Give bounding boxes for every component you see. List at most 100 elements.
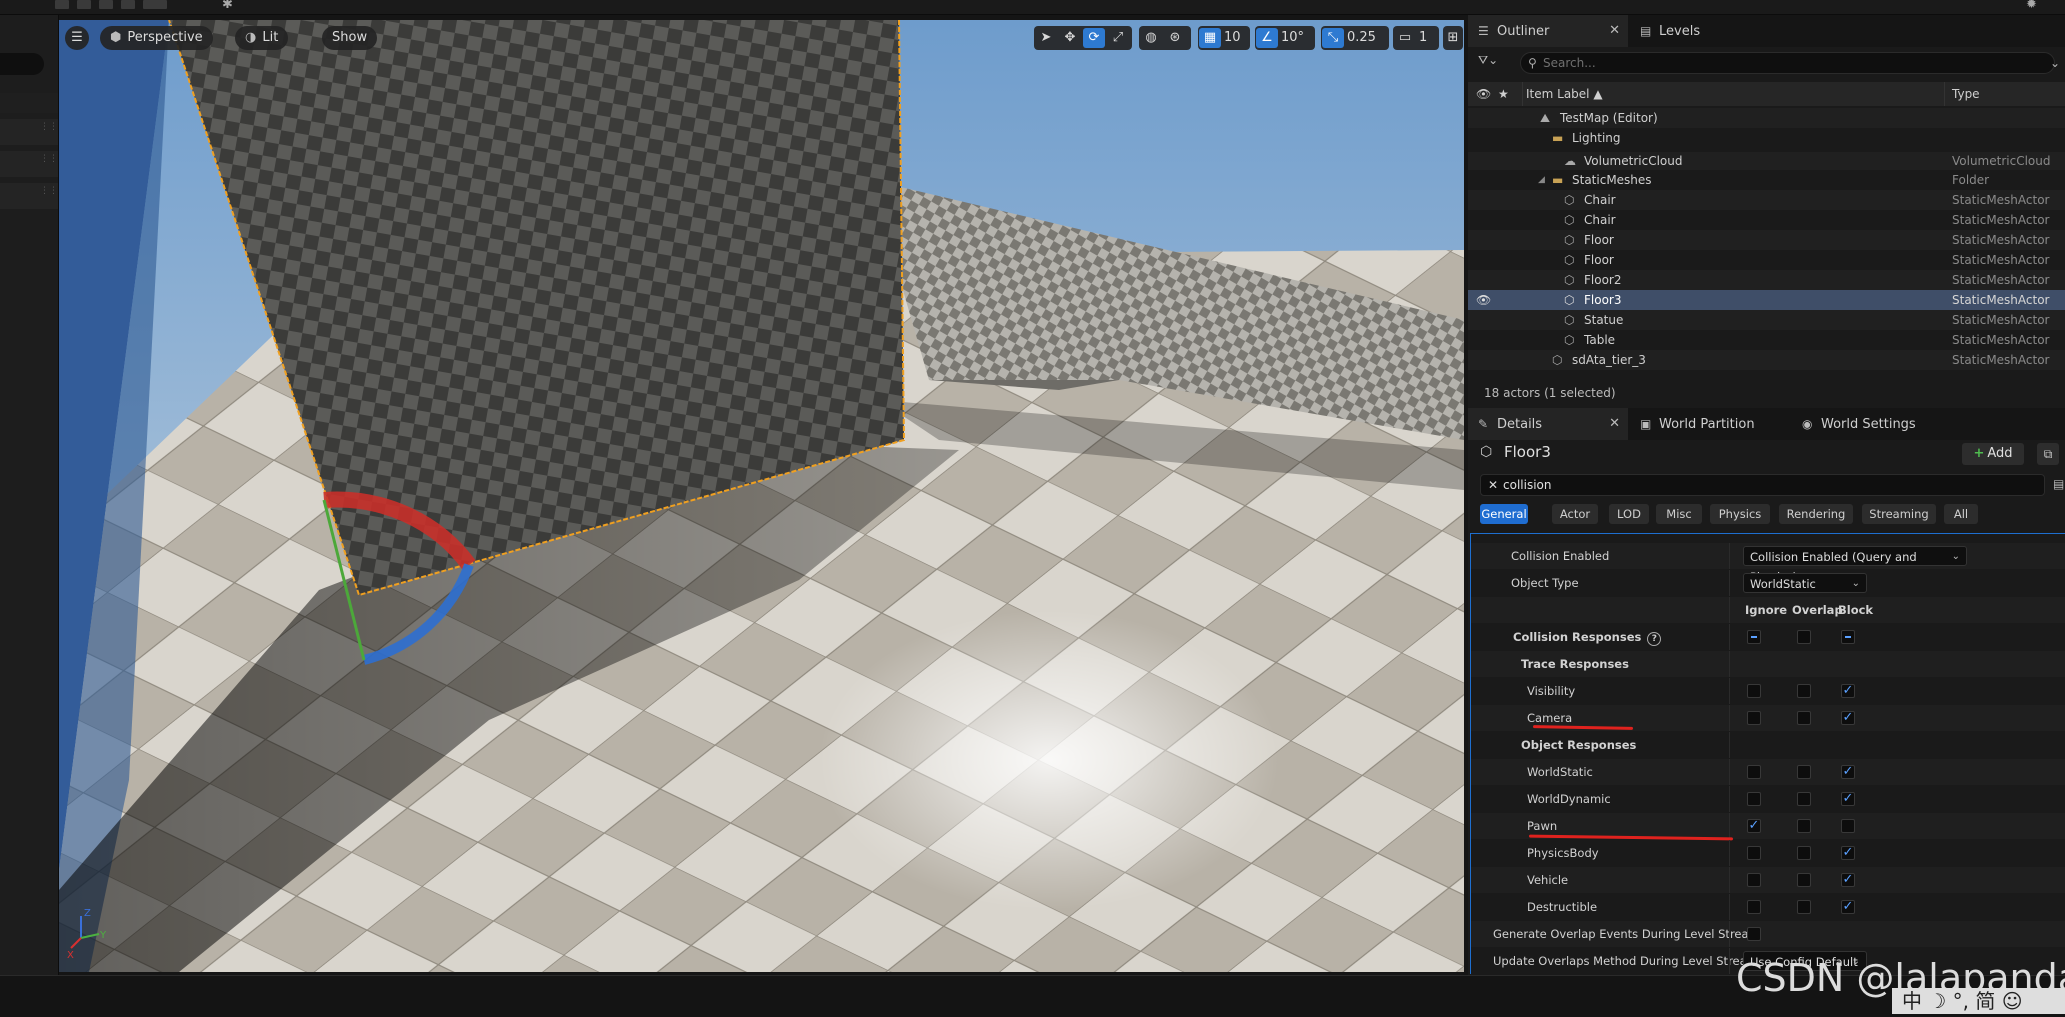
left-panel-row[interactable]: ⋮⋮ — [0, 183, 58, 209]
block-checkbox[interactable]: ✓ — [1841, 765, 1855, 779]
world-globe-icon[interactable]: ◍ — [1140, 28, 1162, 48]
expand-arrow-icon[interactable]: ◢ — [1538, 170, 1545, 190]
clear-search-icon[interactable]: ✕ — [1488, 475, 1498, 495]
rotation-snap[interactable]: ∠ 10° — [1255, 26, 1315, 50]
platforms-button[interactable] — [143, 0, 167, 9]
overlap-checkbox[interactable] — [1797, 711, 1811, 725]
category-rendering[interactable]: Rendering — [1779, 504, 1853, 524]
category-general[interactable]: General — [1480, 504, 1528, 524]
outliner-row[interactable]: ⬡ Floor StaticMeshActor — [1468, 230, 2065, 250]
play-button[interactable] — [55, 0, 69, 9]
outliner-row[interactable]: ▬ Lighting — [1468, 128, 2065, 148]
property-matrix-icon[interactable]: ▤ — [2053, 477, 2064, 491]
ignore-checkbox[interactable] — [1747, 765, 1761, 779]
angle-snap-icon[interactable]: ∠ — [1256, 28, 1278, 48]
outliner-row[interactable]: ⬡ Floor StaticMeshActor — [1468, 250, 2065, 270]
add-component-button[interactable]: + Add — [1962, 443, 2024, 465]
details-search-input[interactable]: ✕ collision — [1480, 474, 2045, 496]
outliner-row[interactable]: ⬡ Chair StaticMeshActor — [1468, 210, 2065, 230]
level-viewport[interactable]: Z Y X ☰ ⬢ Perspective ◑ Lit Show ➤ ✥ ⟳ ⤢ ◍ ⊛ ▦… — [59, 20, 1464, 972]
stop-button[interactable] — [99, 0, 113, 9]
rotation-snap-value[interactable]: 10° — [1279, 26, 1309, 50]
tab-levels[interactable]: ▤ Levels — [1630, 15, 1750, 47]
outliner-row[interactable]: ⬡ sdAta_tier_3 StaticMeshActor — [1468, 350, 2065, 370]
all-overlap-checkbox[interactable] — [1797, 630, 1811, 644]
block-checkbox[interactable] — [1841, 819, 1855, 833]
pause-button[interactable] — [77, 0, 91, 9]
settings-icon[interactable]: ✱ — [222, 0, 233, 12]
gear-icon[interactable]: ✹ — [2026, 0, 2037, 12]
category-physics[interactable]: Physics — [1710, 504, 1770, 524]
ignore-checkbox[interactable] — [1747, 792, 1761, 806]
outliner-row[interactable]: ⬡ Table StaticMeshActor — [1468, 330, 2065, 350]
object-type-dropdown[interactable]: WorldStatic ⌄ — [1743, 573, 1867, 593]
generate-overlap-checkbox[interactable] — [1747, 927, 1761, 941]
filter-icon[interactable]: ⛛⌄ — [1478, 53, 1498, 68]
camera-icon[interactable]: ▭ — [1394, 28, 1416, 48]
help-icon[interactable]: ? — [1647, 632, 1662, 646]
scale-snap-icon[interactable]: ⤡ — [1322, 28, 1344, 48]
outliner-row[interactable]: ⬡ Statue StaticMeshActor — [1468, 310, 2065, 330]
collision-enabled-dropdown[interactable]: Collision Enabled (Query and Physics)⌄ — [1743, 546, 1967, 584]
scale-snap[interactable]: ⤡ 0.25 — [1321, 26, 1389, 50]
column-item-label[interactable]: Item Label ▲ — [1526, 82, 1603, 106]
overlap-checkbox[interactable] — [1797, 765, 1811, 779]
left-panel-row[interactable]: ⋮⋮ — [0, 119, 58, 145]
category-all[interactable]: All — [1944, 504, 1978, 524]
ignore-checkbox[interactable] — [1747, 900, 1761, 914]
ignore-checkbox[interactable] — [1747, 711, 1761, 725]
category-misc[interactable]: Misc — [1656, 504, 1702, 524]
overlap-checkbox[interactable] — [1797, 792, 1811, 806]
viewport-menu-button[interactable]: ☰ — [65, 26, 89, 50]
tab-world-partition[interactable]: ▣ World Partition — [1630, 408, 1790, 440]
chevron-down-icon[interactable]: ⌄ — [2050, 53, 2060, 73]
block-checkbox[interactable]: ✓ — [1841, 792, 1855, 806]
category-actor[interactable]: Actor — [1552, 504, 1598, 524]
overlap-checkbox[interactable] — [1797, 819, 1811, 833]
close-icon[interactable]: ✕ — [1609, 15, 1620, 47]
block-checkbox[interactable]: ✓ — [1841, 684, 1855, 698]
scale-snap-value[interactable]: 0.25 — [1345, 26, 1381, 50]
show-button[interactable]: Show — [322, 26, 378, 50]
scale-icon[interactable]: ⤢ — [1107, 28, 1129, 48]
grid-snap-icon[interactable]: ▦ — [1199, 28, 1221, 48]
outliner-row[interactable]: ⛰ TestMap (Editor) — [1468, 108, 2065, 128]
outliner-row[interactable]: ◢ ▬ StaticMeshes Folder — [1468, 170, 2065, 190]
overlap-checkbox[interactable] — [1797, 846, 1811, 860]
visibility-eye-icon[interactable]: 👁 — [1476, 290, 1491, 310]
tab-world-settings[interactable]: ◉ World Settings — [1792, 408, 1962, 440]
grid-snap[interactable]: ▦ 10 — [1198, 26, 1250, 50]
camera-speed-value[interactable]: 1 — [1417, 26, 1432, 50]
view-mode-button[interactable]: ◑ Lit — [235, 26, 289, 50]
category-lod[interactable]: LOD — [1609, 504, 1649, 524]
outliner-row[interactable]: ⬡ Floor2 StaticMeshActor — [1468, 270, 2065, 290]
block-checkbox[interactable]: ✓ — [1841, 711, 1855, 725]
layout-button[interactable]: ⊞ — [1443, 26, 1463, 50]
block-checkbox[interactable]: ✓ — [1841, 846, 1855, 860]
star-icon[interactable]: ★ — [1498, 82, 1509, 106]
outliner-search-input[interactable]: ⚲ Search... ⌄ — [1520, 52, 2060, 74]
ignore-checkbox[interactable] — [1747, 684, 1761, 698]
all-block-checkbox[interactable] — [1841, 630, 1855, 644]
block-checkbox[interactable]: ✓ — [1841, 900, 1855, 914]
ime-toolbar[interactable]: 中 ☽ °, 简 ☺ — [1892, 988, 2065, 1014]
surface-snap-icon[interactable]: ⊛ — [1164, 28, 1186, 48]
outliner-row[interactable]: ☁ VolumetricCloud VolumetricCloud — [1468, 152, 2065, 170]
grid-snap-value[interactable]: 10 — [1222, 26, 1246, 50]
eject-button[interactable] — [121, 0, 135, 9]
perspective-button[interactable]: ⬢ Perspective — [100, 26, 213, 50]
left-search-input[interactable] — [0, 53, 44, 75]
outliner-row[interactable]: ⬡ Chair StaticMeshActor — [1468, 190, 2065, 210]
block-checkbox[interactable]: ✓ — [1841, 873, 1855, 887]
tab-details[interactable]: ✎ Details ✕ — [1468, 408, 1628, 440]
overlap-checkbox[interactable] — [1797, 873, 1811, 887]
ignore-checkbox[interactable] — [1747, 873, 1761, 887]
ignore-checkbox[interactable]: ✓ — [1747, 819, 1761, 833]
column-type[interactable]: Type — [1952, 82, 1980, 106]
outliner-row-selected[interactable]: 👁 ⬡ Floor3 StaticMeshActor — [1468, 290, 2065, 310]
rotate-icon[interactable]: ⟳ — [1083, 28, 1105, 48]
category-streaming[interactable]: Streaming — [1862, 504, 1936, 524]
visibility-eye-icon[interactable]: 👁 — [1476, 82, 1491, 106]
left-panel-row[interactable]: ⋮⋮ — [0, 151, 58, 177]
move-icon[interactable]: ✥ — [1059, 28, 1081, 48]
